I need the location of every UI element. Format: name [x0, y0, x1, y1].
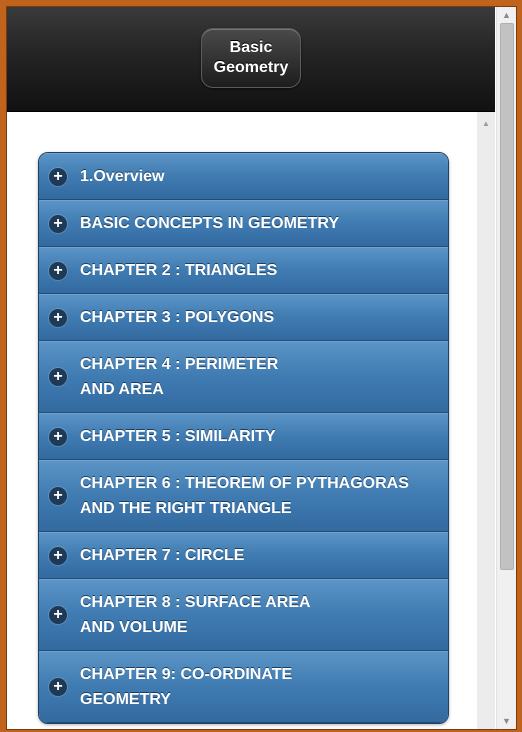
- menu-item-chapter-3[interactable]: + CHAPTER 3 : POLYGONS: [39, 294, 448, 341]
- menu-item-chapter-4[interactable]: + CHAPTER 4 : PERIMETER AND AREA: [39, 341, 448, 413]
- title-line-2: Geometry: [213, 59, 289, 76]
- menu-item-label: CHAPTER 3 : POLYGONS: [80, 309, 275, 326]
- menu-item-chapter-9[interactable]: + CHAPTER 9: CO-ORDINATE GEOMETRY: [39, 651, 448, 723]
- plus-circle-icon: +: [49, 427, 67, 446]
- plus-circle-icon: +: [49, 487, 67, 505]
- plus-circle-icon: +: [49, 678, 67, 696]
- title-line-1: Basic: [229, 39, 273, 56]
- chapter-menu: + 1.Overview + BASIC CONCEPTS IN GEOMETR…: [38, 152, 449, 724]
- plus-circle-icon: +: [49, 606, 67, 624]
- menu-item-label: BASIC CONCEPTS IN GEOMETRY: [80, 215, 339, 232]
- menu-item-label: CHAPTER 9: CO-ORDINATE GEOMETRY: [80, 666, 293, 708]
- menu-item-overview[interactable]: + 1.Overview: [39, 153, 448, 200]
- menu-item-label: CHAPTER 6 : THEOREM OF PYTHAGORAS AND TH…: [80, 475, 409, 517]
- menu-item-label: CHAPTER 7 : CIRCLE: [80, 547, 245, 564]
- scrollbar-thumb[interactable]: [500, 23, 514, 570]
- plus-circle-icon: +: [49, 167, 67, 186]
- plus-circle-icon: +: [49, 214, 67, 233]
- menu-item-label: CHAPTER 8 : SURFACE AREA AND VOLUME: [80, 594, 311, 636]
- plus-circle-icon: +: [49, 261, 67, 280]
- menu-item-label: 1.Overview: [80, 168, 165, 185]
- app-header: Basic Geometry: [7, 7, 495, 112]
- menu-item-chapter-7[interactable]: + CHAPTER 7 : CIRCLE: [39, 532, 448, 579]
- plus-circle-icon: +: [49, 368, 67, 386]
- scroll-up-arrow-icon[interactable]: ▲: [477, 118, 495, 130]
- inner-scrollbar[interactable]: ▲: [477, 112, 495, 729]
- menu-item-chapter-8[interactable]: + CHAPTER 8 : SURFACE AREA AND VOLUME: [39, 579, 448, 651]
- window-scrollbar[interactable]: ▲ ▼: [496, 7, 516, 729]
- menu-item-basic-concepts[interactable]: + BASIC CONCEPTS IN GEOMETRY: [39, 200, 448, 247]
- menu-item-chapter-6[interactable]: + CHAPTER 6 : THEOREM OF PYTHAGORAS AND …: [39, 460, 448, 532]
- menu-item-label: CHAPTER 4 : PERIMETER AND AREA: [80, 356, 279, 398]
- plus-circle-icon: +: [49, 308, 67, 327]
- scroll-down-arrow-icon[interactable]: ▼: [497, 713, 516, 729]
- plus-circle-icon: +: [49, 546, 67, 565]
- menu-item-chapter-2[interactable]: + CHAPTER 2 : TRIANGLES: [39, 247, 448, 294]
- app-window: Basic Geometry ▲ ▲ ▼ + 1.Overview + BASI…: [6, 6, 517, 730]
- scroll-up-arrow-icon[interactable]: ▲: [497, 7, 516, 23]
- menu-item-label: CHAPTER 2 : TRIANGLES: [80, 262, 278, 279]
- menu-item-label: CHAPTER 5 : SIMILARITY: [80, 428, 276, 445]
- title-button[interactable]: Basic Geometry: [201, 28, 301, 88]
- menu-item-chapter-5[interactable]: + CHAPTER 5 : SIMILARITY: [39, 413, 448, 460]
